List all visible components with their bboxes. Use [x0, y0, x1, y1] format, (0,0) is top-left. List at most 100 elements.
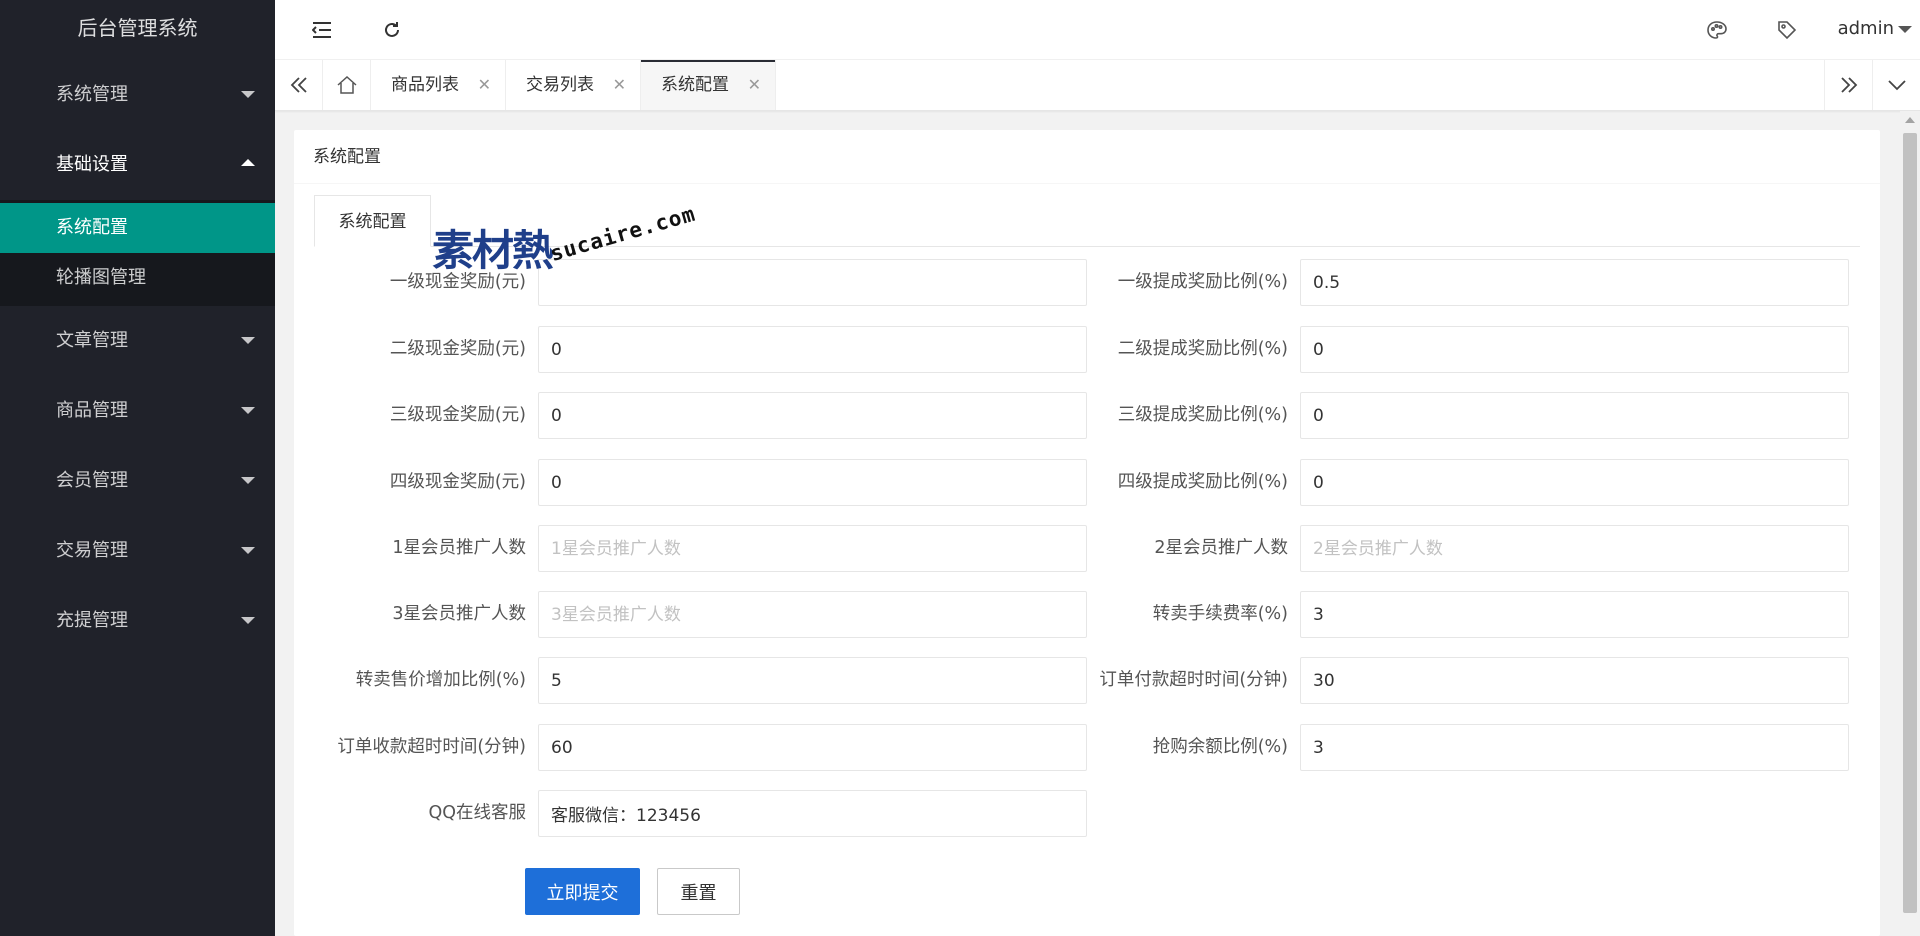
caret-down-icon [241, 91, 255, 98]
caret-down-icon [241, 547, 255, 554]
tabs-scroll-right-icon[interactable] [1824, 60, 1872, 110]
field-order-pay-timeout: 订单付款超时时间(分钟) [1080, 657, 1860, 704]
level2-cash-input[interactable] [538, 326, 1087, 373]
sidebar-group-basic-settings[interactable]: 基础设置 [0, 130, 275, 200]
caret-up-icon [241, 159, 255, 166]
tab-label: 交易列表 [526, 75, 594, 95]
scrollbar[interactable] [1900, 111, 1920, 936]
resale-fee-rate-input[interactable] [1300, 591, 1849, 638]
caret-down-icon [241, 407, 255, 414]
field-level2-cash: 二级现金奖励(元) [294, 326, 1094, 373]
theme-palette-icon[interactable] [1702, 15, 1732, 45]
username: admin [1837, 18, 1894, 39]
sidebar-submenu: 系统配置 轮播图管理 [0, 200, 275, 306]
field-label: 二级提成奖励比例(%) [1117, 339, 1288, 359]
sidebar: 后台管理系统 系统管理 基础设置 系统配置 轮播图管理 文章管理 商品管理 会员… [0, 0, 275, 936]
sidebar-item-system-config[interactable]: 系统配置 [0, 203, 275, 253]
level4-commission-input[interactable] [1300, 459, 1849, 506]
order-pay-timeout-input[interactable] [1300, 657, 1849, 704]
sidebar-group-label: 文章管理 [56, 330, 128, 351]
scroll-up-arrow-icon[interactable] [1905, 117, 1915, 123]
qq-online-service-input[interactable] [538, 790, 1087, 837]
field-level3-cash: 三级现金奖励(元) [294, 392, 1094, 439]
field-star1-promo-count: 1星会员推广人数 [294, 525, 1094, 572]
field-label: 四级提成奖励比例(%) [1117, 472, 1288, 492]
field-level4-commission: 四级提成奖励比例(%) [1080, 459, 1860, 506]
tab-system-config[interactable]: 系统配置 ✕ [641, 60, 776, 110]
field-label: 2星会员推广人数 [1154, 538, 1288, 558]
level1-commission-input[interactable] [1300, 259, 1849, 306]
field-label: QQ在线客服 [428, 803, 526, 823]
tag-icon[interactable] [1772, 15, 1802, 45]
home-icon [337, 76, 356, 94]
tabs-scroll-left-icon[interactable] [275, 60, 323, 110]
menu-fold-icon[interactable] [307, 15, 337, 45]
close-icon[interactable]: ✕ [613, 60, 626, 110]
field-label: 转卖售价增加比例(%) [355, 670, 526, 690]
tab-product-list[interactable]: 商品列表 ✕ [371, 60, 506, 110]
card-title: 系统配置 [294, 130, 1880, 184]
level3-cash-input[interactable] [538, 392, 1087, 439]
field-level1-commission: 一级提成奖励比例(%) [1080, 259, 1860, 306]
close-icon[interactable]: ✕ [478, 60, 491, 110]
sidebar-group-deposit-withdraw[interactable]: 充提管理 [0, 586, 275, 656]
field-level2-commission: 二级提成奖励比例(%) [1080, 326, 1860, 373]
reset-button[interactable]: 重置 [657, 868, 740, 915]
field-label: 三级现金奖励(元) [389, 405, 526, 425]
caret-down-icon [1898, 26, 1912, 33]
field-label: 抢购余额比例(%) [1152, 737, 1288, 757]
sidebar-group-label: 商品管理 [56, 400, 128, 421]
level1-cash-input[interactable] [538, 259, 1087, 306]
close-icon[interactable]: ✕ [748, 60, 761, 110]
sidebar-group-products[interactable]: 商品管理 [0, 376, 275, 446]
sidebar-group-members[interactable]: 会员管理 [0, 446, 275, 516]
caret-down-icon [241, 477, 255, 484]
sidebar-group-articles[interactable]: 文章管理 [0, 306, 275, 376]
page-tabs-bar: 商品列表 ✕ 交易列表 ✕ 系统配置 ✕ [275, 60, 1920, 111]
tab-trade-list[interactable]: 交易列表 ✕ [506, 60, 641, 110]
level4-cash-input[interactable] [538, 459, 1087, 506]
star3-promo-count-input[interactable] [538, 591, 1087, 638]
field-label: 1星会员推广人数 [392, 538, 526, 558]
field-label: 三级提成奖励比例(%) [1117, 405, 1288, 425]
field-label: 3星会员推广人数 [392, 604, 526, 624]
sidebar-group-label: 会员管理 [56, 470, 128, 491]
field-label: 一级现金奖励(元) [389, 272, 526, 292]
app-logo-title: 后台管理系统 [77, 16, 198, 40]
caret-down-icon [241, 337, 255, 344]
card-tabs: 系统配置 [314, 195, 1860, 247]
field-level3-commission: 三级提成奖励比例(%) [1080, 392, 1860, 439]
field-label: 订单收款超时时间(分钟) [337, 737, 526, 757]
sidebar-group-label: 系统管理 [56, 84, 128, 105]
field-level1-cash: 一级现金奖励(元) [294, 259, 1094, 306]
user-menu[interactable]: admin [1838, 0, 1912, 60]
tab-home[interactable] [323, 60, 371, 110]
sidebar-group-label: 交易管理 [56, 540, 128, 561]
field-flash-sale-balance-ratio: 抢购余额比例(%) [1080, 724, 1860, 771]
star2-promo-count-input[interactable] [1300, 525, 1849, 572]
refresh-icon[interactable] [377, 15, 407, 45]
field-qq-online-service: QQ在线客服 [294, 790, 1094, 837]
resale-price-increase-input[interactable] [538, 657, 1087, 704]
level3-commission-input[interactable] [1300, 392, 1849, 439]
scrollbar-thumb[interactable] [1903, 133, 1917, 913]
order-receive-timeout-input[interactable] [538, 724, 1087, 771]
star1-promo-count-input[interactable] [538, 525, 1087, 572]
field-label: 二级现金奖励(元) [389, 339, 526, 359]
field-star2-promo-count: 2星会员推广人数 [1080, 525, 1860, 572]
field-label: 转卖手续费率(%) [1152, 604, 1288, 624]
sidebar-group-system[interactable]: 系统管理 [0, 60, 275, 130]
sidebar-group-label: 充提管理 [56, 610, 128, 631]
field-order-receive-timeout: 订单收款超时时间(分钟) [294, 724, 1094, 771]
sidebar-item-carousel[interactable]: 轮播图管理 [0, 253, 275, 303]
submit-button[interactable]: 立即提交 [525, 868, 640, 915]
sidebar-group-trades[interactable]: 交易管理 [0, 516, 275, 586]
tab-label: 商品列表 [391, 75, 459, 95]
level2-commission-input[interactable] [1300, 326, 1849, 373]
caret-down-icon [241, 617, 255, 624]
tab-system-config-form[interactable]: 系统配置 [314, 195, 431, 247]
field-label: 订单付款超时时间(分钟) [1099, 670, 1288, 690]
page-tabs: 商品列表 ✕ 交易列表 ✕ 系统配置 ✕ [323, 60, 776, 110]
tabs-dropdown-icon[interactable] [1872, 60, 1920, 110]
flash-sale-balance-ratio-input[interactable] [1300, 724, 1849, 771]
